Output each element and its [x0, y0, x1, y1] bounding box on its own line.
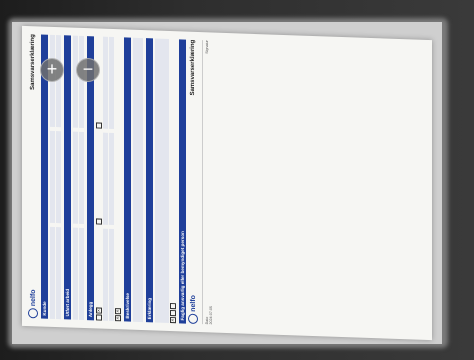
form-field: [73, 227, 78, 320]
logo: nelfo: [28, 289, 38, 319]
form-field: [109, 228, 114, 322]
form-field: [103, 36, 108, 129]
logo-text: nelfo: [29, 289, 37, 307]
form-field: [79, 131, 84, 225]
form-field: [50, 226, 55, 319]
document-footer: Dato 2024-07-05 Signatur: [202, 40, 213, 325]
form-field: [56, 227, 61, 320]
section-utfort: Utført arbeid: [64, 35, 71, 320]
form-row: [103, 36, 108, 321]
checkbox-row: ✕: [170, 39, 176, 324]
form-field: [56, 131, 61, 224]
logo-mark-icon: [188, 313, 198, 324]
form-row: [109, 36, 114, 322]
form-field: [103, 228, 108, 321]
second-title: Samsvarserklæring: [190, 39, 196, 96]
checkbox-row: ✕: [96, 36, 102, 321]
form-field: [50, 130, 55, 223]
form-field: [109, 36, 114, 130]
document-title: Samsvarserklæring: [30, 34, 36, 91]
checkbox-checked: ✕: [115, 308, 121, 315]
form-field: [79, 227, 84, 321]
checkbox: [96, 314, 102, 321]
checkbox: [170, 303, 176, 310]
second-header: nelfo Samsvarserklæring: [188, 40, 198, 324]
footer-signature-label: Signatur: [205, 40, 209, 54]
description-field: [133, 37, 143, 323]
checkbox-checked: ✕: [115, 315, 121, 322]
form-field: [73, 131, 78, 224]
declaration-text: [155, 38, 169, 323]
form-field: [56, 35, 61, 128]
zoom-in-button[interactable]: +: [40, 58, 64, 82]
form-field: [109, 132, 114, 226]
checkbox: [170, 310, 176, 317]
logo-mark-icon: [28, 308, 38, 319]
section-beskrivelse: Beskrivelse: [124, 37, 131, 322]
form-row: [73, 35, 78, 320]
zoom-out-button[interactable]: −: [76, 58, 100, 82]
form-field: [103, 132, 108, 225]
form-field: [73, 35, 78, 128]
checkbox: [96, 218, 102, 225]
logo-text: nelfo: [189, 294, 197, 312]
logo-secondary: nelfo: [188, 295, 198, 324]
document-header: nelfo Samsvarserklæring: [28, 34, 38, 319]
checkbox-checked: ✕: [96, 307, 102, 314]
footer-date: 2024-07-05: [209, 305, 213, 325]
section-faglig: Faglig ansvarlig eller bemyndiget person: [179, 39, 186, 324]
checkbox-checked: ✕: [170, 317, 176, 324]
checkbox-row: ✕✕: [115, 37, 121, 322]
section-erklaering: Erklæring: [146, 38, 153, 323]
form-field: [79, 35, 84, 129]
checkbox: [96, 122, 102, 129]
